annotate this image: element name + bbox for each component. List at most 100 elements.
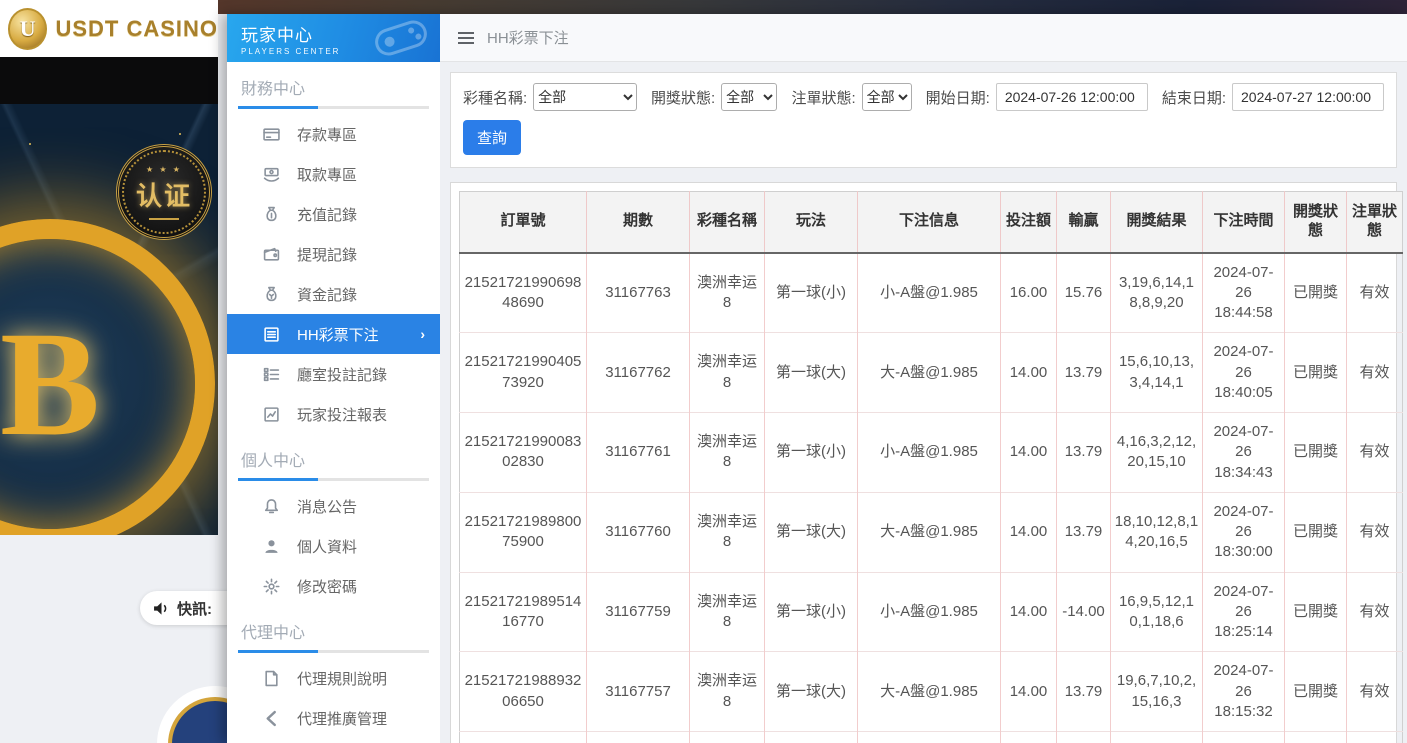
table-cell: 16,9,5,12,10,1,18,6: [1111, 572, 1203, 652]
deposit-card-icon: [263, 126, 280, 143]
table-body: 215217219906984869031167763澳洲幸运8第一球(小)小-…: [460, 253, 1403, 743]
table-cell: 31167757: [587, 652, 690, 732]
sidebar-item-label: 代理規則說明: [297, 668, 387, 689]
lottery-name-select[interactable]: 全部: [533, 83, 637, 111]
sidebar-item-label: 個人資料: [297, 536, 357, 557]
start-date-input[interactable]: [996, 83, 1148, 111]
sidebar-item-agent-rules[interactable]: 代理規則說明: [227, 658, 440, 698]
table-cell: 19,6,7,10,2,15,16,3: [1111, 652, 1203, 732]
header-black-band: [0, 57, 218, 104]
draw-status-select[interactable]: 全部: [721, 83, 777, 111]
table-row: 215217219886053604031167756澳洲幸运8第一球(大)大-…: [460, 732, 1403, 743]
order-status-select[interactable]: 全部: [862, 83, 912, 111]
sidebar-item-player-bet-report[interactable]: 玩家投注報表: [227, 394, 440, 434]
bets-table: 訂單號期數彩種名稱玩法下注信息投注額輸贏開獎結果下注時間開獎狀態注單狀態 215…: [459, 191, 1403, 743]
column-header: 玩法: [765, 192, 858, 253]
table-cell: 16.00: [1001, 253, 1057, 333]
table-cell: 小-A盤@1.985: [858, 253, 1001, 333]
bell-icon: [263, 498, 280, 515]
sidebar-item-label: 代理推廣管理: [297, 708, 387, 729]
table-cell: 2152172198860536040: [460, 732, 587, 743]
sidebar-item-profile[interactable]: 個人資料: [227, 526, 440, 566]
table-cell: 14.00: [1001, 732, 1057, 743]
table-cell: 已開獎: [1285, 253, 1347, 333]
column-header: 彩種名稱: [690, 192, 765, 253]
table-row: 215217219900830283031167761澳洲幸运8第一球(小)小-…: [460, 413, 1403, 493]
sidebar-item-label: HH彩票下注: [297, 324, 379, 345]
sidebar-item-hh-lottery-bets[interactable]: HH彩票下注›: [227, 314, 440, 354]
sidebar-item-label: 廳室投註記錄: [297, 364, 387, 385]
table-row: 215217219906984869031167763澳洲幸运8第一球(小)小-…: [460, 253, 1403, 333]
sidebar-item-withdraw[interactable]: 取款專區: [227, 154, 440, 194]
bitcoin-banner-image: B ★ ★ ★ 认证: [0, 104, 218, 535]
table-cell: 2024-07-26 18:40:05: [1203, 333, 1285, 413]
table-cell: 2024-07-26 18:30:00: [1203, 492, 1285, 572]
logo-text: USDT CASINO: [55, 16, 218, 42]
search-button[interactable]: 查詢: [463, 120, 521, 155]
share-icon: [263, 710, 280, 727]
sidebar-item-change-password[interactable]: 修改密碼: [227, 566, 440, 606]
table-header-row: 訂單號期數彩種名稱玩法下注信息投注額輸贏開獎結果下注時間開獎狀態注單狀態: [460, 192, 1403, 253]
table-cell: 2152172198980075900: [460, 492, 587, 572]
menu-toggle-icon[interactable]: [458, 29, 474, 47]
sidebar-item-label: 充值記錄: [297, 204, 357, 225]
page-title: HH彩票下注: [487, 27, 569, 48]
recharge-bag-icon: [263, 206, 280, 223]
document-icon: [263, 670, 280, 687]
table-cell: 2152172198951416770: [460, 572, 587, 652]
sidebar-item-cashout-records[interactable]: 提現記錄: [227, 234, 440, 274]
table-cell: 13.79: [1057, 732, 1111, 743]
sidebar-item-announcements[interactable]: 消息公告: [227, 486, 440, 526]
sidebar-item-agent-promotion[interactable]: 代理推廣管理: [227, 698, 440, 738]
table-cell: 已開獎: [1285, 333, 1347, 413]
table-cell: 已開獎: [1285, 732, 1347, 743]
funds-bag-icon: [263, 286, 280, 303]
table-cell: 14.00: [1001, 572, 1057, 652]
end-date-input[interactable]: [1232, 83, 1384, 111]
table-cell: 第一球(大): [765, 333, 858, 413]
sidebar-item-funds-records[interactable]: 資金記錄: [227, 274, 440, 314]
players-center-panel: 玩家中心 PLAYERS CENTER 財務中心存款專區取款專區充值記錄提現記錄…: [227, 14, 1407, 743]
end-date-label: 結束日期:: [1162, 87, 1226, 108]
table-cell: -14.00: [1057, 572, 1111, 652]
table-cell: 15.76: [1057, 253, 1111, 333]
verified-badge: ★ ★ ★ 认证: [116, 144, 212, 240]
table-cell: 14.00: [1001, 492, 1057, 572]
news-ticker: 快訊:: [140, 591, 240, 625]
main-area: HH彩票下注 彩種名稱: 全部 開獎狀態: 全部 注單狀態: 全部: [440, 14, 1407, 743]
table-cell: 小-A盤@1.985: [858, 413, 1001, 493]
table-cell: 有效: [1347, 492, 1403, 572]
column-header: 下注信息: [858, 192, 1001, 253]
table-cell: 澳洲幸运8: [690, 572, 765, 652]
table-cell: 有效: [1347, 333, 1403, 413]
sidebar-item-label: 取款專區: [297, 164, 357, 185]
column-header: 輸贏: [1057, 192, 1111, 253]
top-dark-strip: [218, 0, 1407, 14]
table-cell: 4,16,3,2,12,20,15,10: [1111, 413, 1203, 493]
sidebar-item-label: 存款專區: [297, 124, 357, 145]
sidebar-header: 玩家中心 PLAYERS CENTER: [227, 14, 440, 62]
table-row: 215217219895141677031167759澳洲幸运8第一球(小)小-…: [460, 572, 1403, 652]
main-topbar: HH彩票下注: [440, 14, 1407, 62]
table-cell: 第一球(大): [765, 492, 858, 572]
sidebar-item-label: 玩家投注報表: [297, 404, 387, 425]
speaker-icon: [153, 600, 170, 617]
sidebar-section-label: 財務中心: [227, 62, 440, 99]
sidebar-item-room-bet-records[interactable]: 廳室投註記錄: [227, 354, 440, 394]
table-cell: 第一球(小): [765, 413, 858, 493]
start-date-label: 開始日期:: [926, 87, 990, 108]
sidebar-section-label: 個人中心: [227, 434, 440, 471]
gear-icon: [263, 578, 280, 595]
site-logo: U USDT CASINO: [0, 0, 218, 57]
table-cell: 14.00: [1001, 333, 1057, 413]
column-header: 期數: [587, 192, 690, 253]
table-cell: 大-A盤@1.985: [858, 333, 1001, 413]
table-row: 215217219904057392031167762澳洲幸运8第一球(大)大-…: [460, 333, 1403, 413]
sidebar-item-recharge-records[interactable]: 充值記錄: [227, 194, 440, 234]
table-cell: 第一球(大): [765, 652, 858, 732]
table-cell: 31167761: [587, 413, 690, 493]
table-cell: 已開獎: [1285, 413, 1347, 493]
cashout-wallet-icon: [263, 246, 280, 263]
sidebar-item-deposit[interactable]: 存款專區: [227, 114, 440, 154]
table-cell: 2024-07-26 18:44:58: [1203, 253, 1285, 333]
